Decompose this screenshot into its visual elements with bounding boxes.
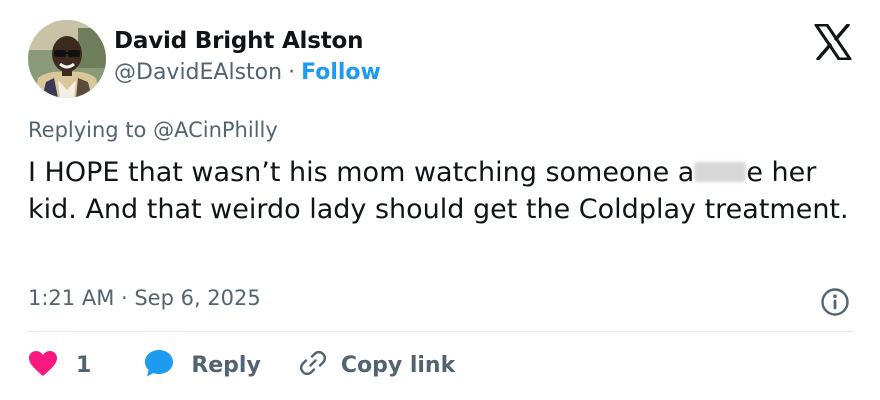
heart-icon	[28, 350, 58, 381]
copy-link-label: Copy link	[340, 352, 456, 378]
author-display-name[interactable]: David Bright Alston	[114, 28, 364, 54]
tweet-text-part-1: I HOPE that wasn’t his mom watching some…	[28, 157, 695, 188]
divider	[28, 331, 853, 332]
reply-bubble-icon	[143, 348, 175, 382]
action-bar: 1 Reply Copy link	[28, 346, 455, 384]
author-avatar[interactable]	[28, 20, 106, 98]
tweet-timestamp[interactable]: 1:21 AM · Sep 6, 2025	[28, 286, 261, 310]
replying-to-handle[interactable]: @ACinPhilly	[153, 118, 278, 142]
tweet-card: David Bright Alston @DavidEAlston · Follow…	[0, 0, 880, 400]
x-logo-icon[interactable]	[814, 23, 852, 61]
reply-button[interactable]: Reply	[143, 348, 261, 382]
follow-button[interactable]: Follow	[301, 60, 381, 85]
censored-word	[694, 162, 747, 182]
replying-to-prefix: Replying to	[28, 118, 154, 142]
like-count: 1	[76, 352, 92, 378]
link-icon	[299, 349, 327, 381]
handle-separator: ·	[288, 60, 296, 85]
author-handle-row: @DavidEAlston · Follow	[114, 60, 381, 85]
author-handle[interactable]: @DavidEAlston	[114, 60, 282, 85]
tweet-text: I HOPE that wasn’t his mom watching some…	[28, 154, 858, 228]
reply-label: Reply	[191, 352, 261, 378]
info-icon[interactable]	[820, 287, 850, 317]
copy-link-button[interactable]: Copy link	[299, 349, 455, 381]
replying-to-line: Replying to @ACinPhilly	[28, 118, 278, 142]
like-button[interactable]: 1	[28, 350, 143, 381]
